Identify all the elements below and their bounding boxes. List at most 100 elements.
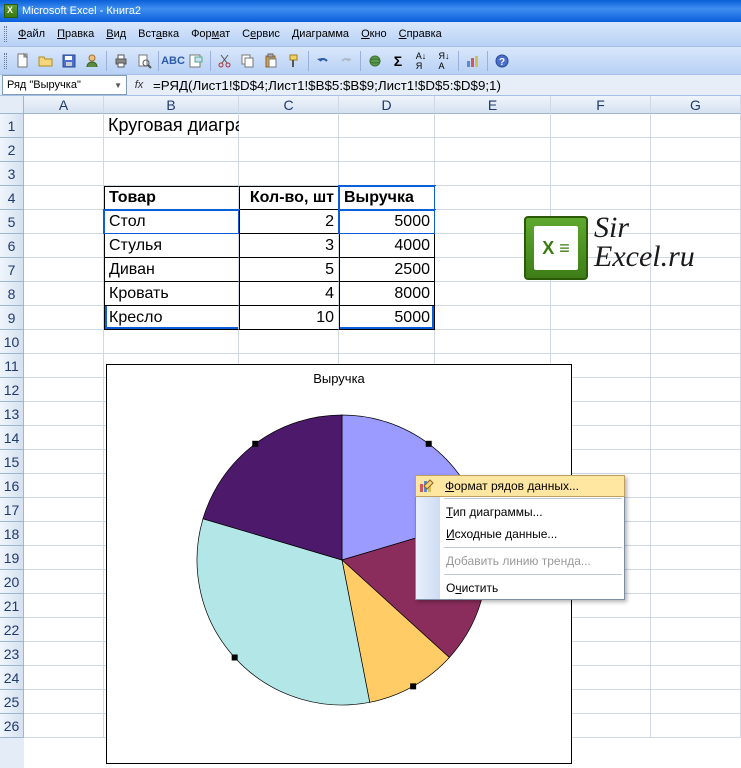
menu-file[interactable]: Файл — [13, 26, 50, 42]
cell[interactable] — [24, 498, 104, 522]
row-header[interactable]: 8 — [0, 282, 24, 306]
cell[interactable] — [435, 138, 551, 162]
chart-title[interactable]: Выручка — [107, 365, 571, 392]
redo-icon[interactable] — [335, 50, 357, 72]
cell[interactable]: 4 — [239, 282, 339, 306]
cell[interactable] — [651, 330, 741, 354]
row-header[interactable]: 18 — [0, 522, 24, 546]
new-icon[interactable] — [12, 50, 34, 72]
cell[interactable] — [24, 354, 104, 378]
menu-insert[interactable]: Вставка — [133, 26, 184, 42]
cell[interactable]: 3 — [239, 234, 339, 258]
cell-selected[interactable]: Выручка — [339, 186, 435, 210]
cell[interactable] — [651, 114, 741, 138]
cell[interactable] — [551, 162, 651, 186]
cell[interactable] — [651, 618, 741, 642]
cell[interactable] — [651, 306, 741, 330]
cell[interactable] — [551, 138, 651, 162]
cell[interactable] — [239, 330, 339, 354]
row-header[interactable]: 22 — [0, 618, 24, 642]
cell[interactable]: 5 — [239, 258, 339, 282]
row-header[interactable]: 14 — [0, 426, 24, 450]
cell[interactable]: Стол — [104, 210, 239, 234]
cell[interactable] — [24, 114, 104, 138]
cell[interactable] — [24, 594, 104, 618]
cell[interactable]: 4000 — [339, 234, 435, 258]
cell[interactable]: 5000 — [339, 306, 435, 330]
col-header[interactable]: A — [24, 96, 104, 114]
row-header[interactable]: 6 — [0, 234, 24, 258]
col-header[interactable]: C — [239, 96, 339, 114]
row-header[interactable]: 23 — [0, 642, 24, 666]
row-header[interactable]: 24 — [0, 666, 24, 690]
cell[interactable] — [24, 330, 104, 354]
cell[interactable] — [651, 474, 741, 498]
cell[interactable]: 2500 — [339, 258, 435, 282]
cell[interactable] — [651, 666, 741, 690]
menu-source-data[interactable]: Исходные данные... — [416, 523, 624, 545]
format-painter-icon[interactable] — [283, 50, 305, 72]
cell[interactable] — [435, 306, 551, 330]
row-header[interactable]: 13 — [0, 402, 24, 426]
row-header[interactable]: 5 — [0, 210, 24, 234]
paste-icon[interactable] — [260, 50, 282, 72]
row-header[interactable]: 15 — [0, 450, 24, 474]
cell[interactable] — [651, 426, 741, 450]
cell[interactable] — [339, 162, 435, 186]
menu-clear[interactable]: Очистить — [416, 577, 624, 599]
cell[interactable]: 2 — [239, 210, 339, 234]
open-icon[interactable] — [35, 50, 57, 72]
col-header[interactable]: F — [551, 96, 651, 114]
menu-handle[interactable] — [4, 26, 7, 42]
cell[interactable] — [24, 162, 104, 186]
row-header[interactable]: 11 — [0, 354, 24, 378]
cell[interactable]: 10 — [239, 306, 339, 330]
cell[interactable] — [339, 114, 435, 138]
row-header[interactable]: 2 — [0, 138, 24, 162]
row-header[interactable]: 4 — [0, 186, 24, 210]
toolbar-handle[interactable] — [4, 53, 7, 69]
cell[interactable] — [24, 618, 104, 642]
cell[interactable] — [239, 162, 339, 186]
col-header[interactable]: G — [651, 96, 741, 114]
cell[interactable]: 5000 — [339, 210, 435, 234]
cell[interactable] — [24, 690, 104, 714]
menu-view[interactable]: Вид — [101, 26, 131, 42]
cell[interactable] — [435, 330, 551, 354]
cell[interactable] — [239, 138, 339, 162]
cell[interactable] — [24, 258, 104, 282]
row-header[interactable]: 7 — [0, 258, 24, 282]
menu-tools[interactable]: Сервис — [237, 26, 285, 42]
cell[interactable] — [551, 114, 651, 138]
help-icon[interactable]: ? — [491, 50, 513, 72]
cell[interactable] — [24, 546, 104, 570]
cell[interactable] — [651, 522, 741, 546]
cell[interactable]: Кровать — [104, 282, 239, 306]
cell[interactable] — [651, 714, 741, 738]
print-icon[interactable] — [110, 50, 132, 72]
row-header[interactable]: 17 — [0, 498, 24, 522]
cell[interactable] — [651, 354, 741, 378]
cell[interactable] — [551, 306, 651, 330]
row-header[interactable]: 12 — [0, 378, 24, 402]
row-header[interactable]: 9 — [0, 306, 24, 330]
formula-input[interactable] — [149, 75, 741, 95]
cell[interactable] — [104, 138, 239, 162]
cell[interactable] — [651, 594, 741, 618]
row-header[interactable]: 16 — [0, 474, 24, 498]
cell[interactable] — [24, 570, 104, 594]
sort-asc-icon[interactable]: А↓Я — [410, 50, 432, 72]
cell[interactable]: 8000 — [339, 282, 435, 306]
cell[interactable] — [24, 522, 104, 546]
cell[interactable] — [435, 114, 551, 138]
cell[interactable] — [24, 234, 104, 258]
row-header[interactable]: 3 — [0, 162, 24, 186]
menu-chart[interactable]: Диаграмма — [287, 26, 354, 42]
copy-icon[interactable] — [237, 50, 259, 72]
col-header[interactable]: D — [339, 96, 435, 114]
cell[interactable] — [651, 138, 741, 162]
cell[interactable] — [339, 138, 435, 162]
cut-icon[interactable] — [214, 50, 236, 72]
cell[interactable] — [24, 282, 104, 306]
cell[interactable]: Кресло — [104, 306, 239, 330]
